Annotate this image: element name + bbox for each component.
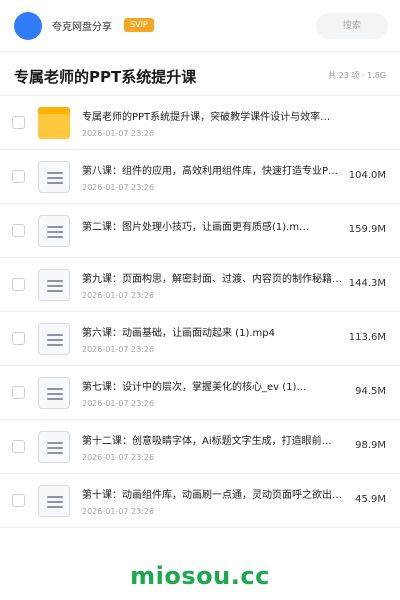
row-checkbox[interactable] xyxy=(12,494,25,507)
folder-icon xyxy=(38,107,70,139)
document-icon xyxy=(38,377,70,409)
file-name: 第八课：组件的应用，高效利用组件库，快速打造专业P… xyxy=(82,166,339,177)
file-date: 2026-01-07 23:26 xyxy=(82,183,155,192)
row-checkbox[interactable] xyxy=(12,224,25,237)
file-date: 2026-01-07 23:26 xyxy=(82,507,155,516)
list-item[interactable]: 第十二课：创意吸睛字体，Ai标题文字生成，打造眼前… 2026-01-07 23… xyxy=(0,420,400,474)
row-checkbox[interactable] xyxy=(12,170,25,183)
document-icon xyxy=(38,485,70,517)
page-title: 专属老师的PPT系统提升课 xyxy=(14,68,197,86)
list-item[interactable]: 第十课：动画组件库，动画刷一点通，灵动页面呼之欲出… 2026-01-07 23… xyxy=(0,474,400,528)
avatar[interactable] xyxy=(14,12,42,40)
file-size: 159.9M xyxy=(348,224,386,235)
file-size: 104.0M xyxy=(348,170,386,181)
list-item[interactable]: 第八课：组件的应用，高效利用组件库，快速打造专业P… 2026-01-07 23… xyxy=(0,150,400,204)
document-icon xyxy=(38,431,70,463)
file-size: 94.5M xyxy=(355,386,386,397)
username[interactable]: 夸克网盘分享 xyxy=(52,18,112,33)
list-item[interactable]: 第六课：动画基础，让画面动起来 (1).mp4 2026-01-07 23:26… xyxy=(0,312,400,366)
document-icon xyxy=(38,215,70,247)
file-name: 第十课：动画组件库，动画刷一点通，灵动页面呼之欲出… xyxy=(82,490,342,501)
file-list: 专属老师的PPT系统提升课，突破教学课件设计与效率… 2026-01-07 23… xyxy=(0,96,400,528)
watermark: miosou.cc xyxy=(130,562,270,590)
file-date: 2026-01-07 23:26 xyxy=(82,129,155,138)
file-name: 第九课：页面构思，解密封面、过渡、内容页的制作秘籍… xyxy=(82,274,342,285)
file-name: 第七课：设计中的层次，掌握美化的核心_ev (1)… xyxy=(82,382,307,393)
file-size: 98.9M xyxy=(355,440,386,451)
document-icon xyxy=(38,269,70,301)
list-item[interactable]: 第九课：页面构思，解密封面、过渡、内容页的制作秘籍… 2026-01-07 23… xyxy=(0,258,400,312)
file-name: 第十二课：创意吸睛字体，Ai标题文字生成，打造眼前… xyxy=(82,436,332,447)
file-name: 专属老师的PPT系统提升课，突破教学课件设计与效率… xyxy=(82,112,331,123)
list-item[interactable]: 专属老师的PPT系统提升课，突破教学课件设计与效率… 2026-01-07 23… xyxy=(0,96,400,150)
list-item[interactable]: 第七课：设计中的层次，掌握美化的核心_ev (1)… 2026-01-07 23… xyxy=(0,366,400,420)
file-date: 2026-01-07 23:26 xyxy=(82,291,155,300)
file-name: 第六课：动画基础，让画面动起来 (1).mp4 xyxy=(82,328,275,339)
row-checkbox[interactable] xyxy=(12,332,25,345)
row-checkbox[interactable] xyxy=(12,440,25,453)
folder-header: 专属老师的PPT系统提升课 共 23 项 · 1.8G xyxy=(0,52,400,96)
file-size: 113.6M xyxy=(348,332,386,343)
file-name: 第二课：图片处理小技巧，让画面更有质感(1).m… xyxy=(82,222,310,233)
file-size: 45.9M xyxy=(355,494,386,505)
row-checkbox[interactable] xyxy=(12,278,25,291)
list-item[interactable]: 第二课：图片处理小技巧，让画面更有质感(1).m… 159.9M xyxy=(0,204,400,258)
file-date: 2026-01-07 23:26 xyxy=(82,399,155,408)
row-checkbox[interactable] xyxy=(12,116,25,129)
item-count-summary: 共 23 项 · 1.8G xyxy=(328,71,386,80)
file-date: 2026-01-07 23:26 xyxy=(82,345,155,354)
file-size: 144.3M xyxy=(348,278,386,289)
search-input[interactable]: 搜索 xyxy=(316,13,388,39)
file-date: 2026-01-07 23:26 xyxy=(82,453,155,462)
top-bar: 夸克网盘分享 SVIP 搜索 xyxy=(0,0,400,52)
document-icon xyxy=(38,323,70,355)
svip-badge: SVIP xyxy=(124,18,154,32)
document-icon xyxy=(38,161,70,193)
row-checkbox[interactable] xyxy=(12,386,25,399)
